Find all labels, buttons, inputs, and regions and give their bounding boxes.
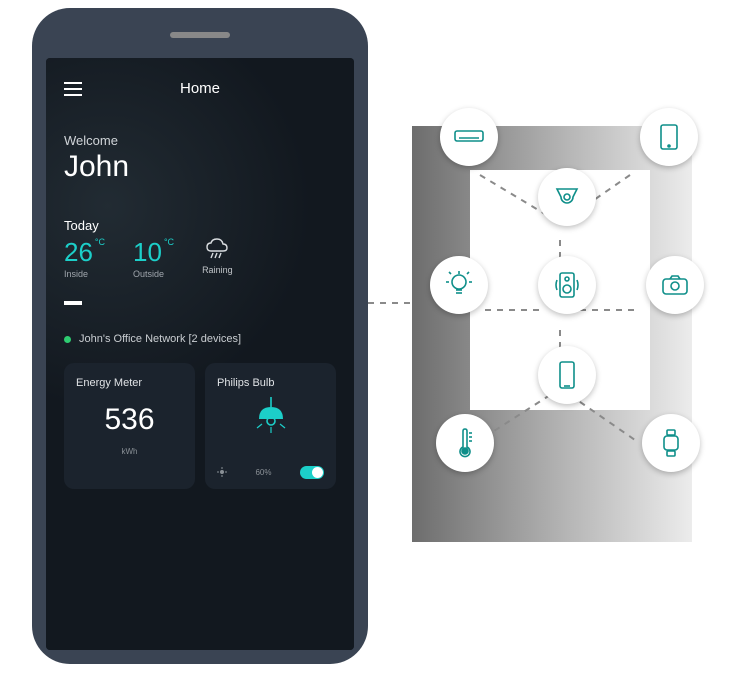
phone-speaker bbox=[170, 32, 230, 38]
outside-value: 10 bbox=[133, 237, 162, 268]
tablet-icon[interactable] bbox=[640, 108, 698, 166]
camera-icon[interactable] bbox=[646, 256, 704, 314]
page-title: Home bbox=[64, 80, 336, 97]
outside-unit: °C bbox=[164, 237, 174, 247]
air-conditioner-icon[interactable] bbox=[440, 108, 498, 166]
welcome-label: Welcome bbox=[64, 133, 336, 148]
inside-unit: °C bbox=[95, 237, 105, 247]
inside-label: Inside bbox=[64, 269, 105, 279]
network-row[interactable]: John's Office Network [2 devices] bbox=[64, 333, 336, 345]
pendant-lamp-icon bbox=[217, 397, 324, 437]
lightbulb-icon[interactable] bbox=[430, 256, 488, 314]
phone-frame: Home Welcome John Today 26°C Inside 10°C… bbox=[32, 8, 368, 664]
bulb-toggle[interactable] bbox=[300, 466, 324, 479]
app-screen: Home Welcome John Today 26°C Inside 10°C… bbox=[46, 58, 354, 650]
rain-icon bbox=[203, 237, 231, 261]
speaker-icon[interactable] bbox=[538, 256, 596, 314]
weather-condition: Raining bbox=[202, 237, 233, 275]
condition-label: Raining bbox=[202, 265, 233, 275]
network-text: John's Office Network [2 devices] bbox=[79, 333, 241, 345]
energy-unit: kWh bbox=[76, 447, 183, 456]
cards-row: Energy Meter 536 kWh Philips Bulb bbox=[64, 363, 336, 489]
thermometer-icon[interactable] bbox=[436, 414, 494, 472]
status-dot-icon bbox=[64, 336, 71, 343]
outside-label: Outside bbox=[133, 269, 174, 279]
smartwatch-icon[interactable] bbox=[642, 414, 700, 472]
inside-value: 26 bbox=[64, 237, 93, 268]
energy-value: 536 bbox=[76, 403, 183, 437]
username: John bbox=[64, 150, 336, 184]
smartphone-icon[interactable] bbox=[538, 346, 596, 404]
inside-temp: 26°C Inside bbox=[64, 237, 105, 279]
outside-temp: 10°C Outside bbox=[133, 237, 174, 279]
energy-title: Energy Meter bbox=[76, 377, 183, 389]
divider bbox=[64, 301, 82, 305]
brightness-icon bbox=[217, 467, 227, 479]
top-bar: Home bbox=[64, 80, 336, 97]
device-diagram bbox=[380, 108, 720, 568]
bulb-title: Philips Bulb bbox=[217, 377, 324, 389]
bulb-card[interactable]: Philips Bulb bbox=[205, 363, 336, 489]
weather-row: 26°C Inside 10°C Outside Raining bbox=[64, 237, 336, 279]
energy-card[interactable]: Energy Meter 536 kWh bbox=[64, 363, 195, 489]
today-label: Today bbox=[64, 218, 336, 233]
security-camera-icon[interactable] bbox=[538, 168, 596, 226]
brightness-value: 60% bbox=[255, 468, 271, 477]
